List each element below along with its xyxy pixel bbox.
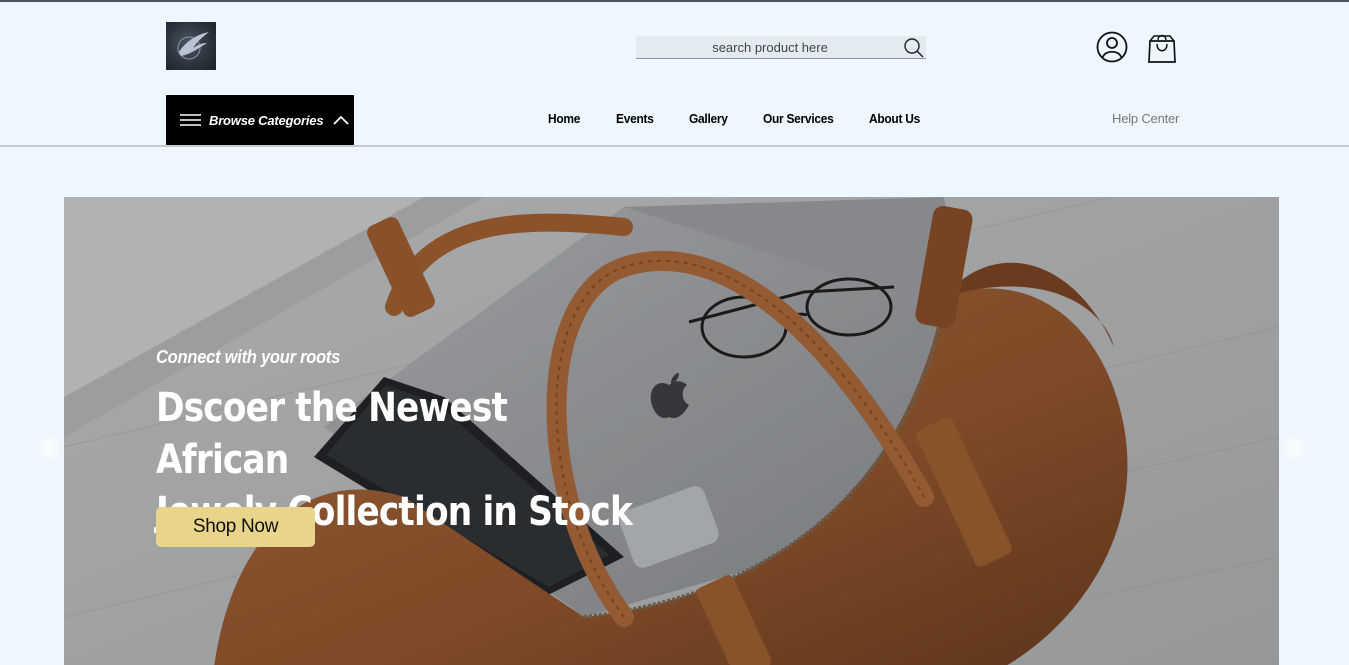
nav-our-services[interactable]: Our Services bbox=[763, 111, 861, 126]
browse-categories-label: Browse Categories bbox=[209, 112, 324, 128]
nav-gallery[interactable]: Gallery bbox=[689, 111, 757, 126]
hero-headline-line-1: Dscoer the Newest African bbox=[156, 385, 508, 483]
header-divider bbox=[0, 145, 1349, 147]
wing-logo-icon bbox=[177, 32, 209, 60]
help-center-link[interactable]: Help Center bbox=[1112, 111, 1179, 126]
shop-now-button[interactable]: Shop Now bbox=[156, 507, 315, 547]
shopping-bag-icon bbox=[1148, 34, 1176, 63]
hero-banner: Connect with your roots Dscoer the Newes… bbox=[64, 197, 1279, 665]
nav-events[interactable]: Events bbox=[616, 111, 683, 126]
main-nav: Home Events Gallery Our Services About U… bbox=[548, 111, 939, 126]
browse-categories-button[interactable]: Browse Categories bbox=[166, 95, 354, 145]
search-button[interactable] bbox=[902, 36, 926, 59]
site-logo[interactable] bbox=[166, 22, 216, 70]
user-icon bbox=[1096, 31, 1128, 63]
nav-about-us[interactable]: About Us bbox=[869, 111, 933, 126]
search-bar bbox=[636, 36, 926, 59]
chevron-right-icon bbox=[1291, 443, 1298, 453]
cart-button[interactable] bbox=[1147, 31, 1177, 64]
carousel-next-button[interactable] bbox=[1284, 438, 1304, 458]
search-icon bbox=[904, 37, 924, 58]
chevron-left-icon bbox=[45, 443, 52, 453]
hero-tagline: Connect with your roots bbox=[156, 347, 341, 367]
menu-lines-icon bbox=[180, 114, 201, 126]
account-button[interactable] bbox=[1096, 31, 1128, 63]
carousel-prev-button[interactable] bbox=[39, 438, 59, 458]
search-input[interactable] bbox=[636, 36, 904, 58]
chevron-up-icon bbox=[333, 115, 350, 125]
nav-home[interactable]: Home bbox=[548, 111, 611, 126]
